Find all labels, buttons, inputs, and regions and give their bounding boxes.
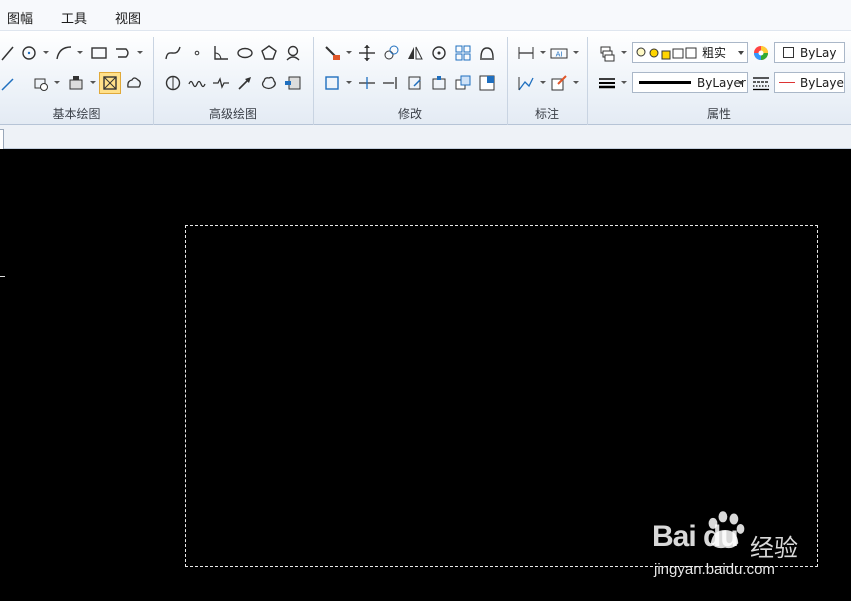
crosshair-cursor <box>0 276 5 277</box>
block-table-icon[interactable] <box>283 73 303 93</box>
linetype-select[interactable]: ByLayer <box>632 72 748 93</box>
leader-icon[interactable] <box>516 73 536 93</box>
rectangle-icon[interactable] <box>89 43 109 63</box>
lineweight-select-value: ByLaye <box>800 75 844 90</box>
polyline-dropdown-icon[interactable] <box>137 48 144 56</box>
layer-manager-dropdown-icon[interactable] <box>621 48 628 56</box>
stretch-icon[interactable] <box>405 73 425 93</box>
document-tab[interactable] <box>0 129 4 149</box>
donut-icon[interactable] <box>283 43 303 63</box>
region-icon[interactable] <box>99 72 121 94</box>
text-dropdown-icon[interactable] <box>573 48 580 56</box>
arc-icon[interactable] <box>54 43 74 63</box>
color-swatch-icon <box>783 47 794 58</box>
svg-text:AI: AI <box>556 51 563 59</box>
spline-icon[interactable] <box>163 43 183 63</box>
arrow-icon[interactable] <box>235 73 255 93</box>
lineweight-sample <box>779 82 795 83</box>
angle-icon[interactable] <box>211 43 231 63</box>
chevron-down-icon <box>738 81 744 85</box>
watermark-url: jingyan.baidu.com <box>654 561 775 578</box>
move-icon[interactable] <box>357 43 377 63</box>
menu-item-tools[interactable]: 工具 <box>61 8 87 27</box>
panel-title-basic-draw: 基本绘图 <box>52 107 101 121</box>
break-line-icon[interactable] <box>211 73 231 93</box>
lineweight-dropdown-icon[interactable] <box>621 78 628 86</box>
dimension-dropdown-icon[interactable] <box>540 48 547 56</box>
layer-select[interactable]: 粗实 <box>632 42 748 63</box>
revision-cloud-icon[interactable] <box>259 73 279 93</box>
baidu-jingyan-watermark: Bai du 经验 jingyan.baidu.com <box>652 508 812 583</box>
lineweight-select[interactable]: ByLaye <box>774 72 845 93</box>
menu-item-frame[interactable]: 图幅 <box>7 8 33 27</box>
menu-bar: 图幅 工具 视图 <box>0 0 851 31</box>
panel-title-advanced-draw: 高级绘图 <box>208 107 257 121</box>
rotate-icon[interactable] <box>429 43 449 63</box>
color-select-value: ByLay <box>800 45 837 60</box>
linestyle-icon[interactable] <box>751 73 771 93</box>
cloud-icon[interactable] <box>124 73 144 93</box>
arc-dropdown-icon[interactable] <box>77 48 84 56</box>
layer-state-icons <box>636 47 697 59</box>
scale-icon[interactable] <box>429 73 449 93</box>
polygon-icon[interactable] <box>259 43 279 63</box>
panel-title-modify: 修改 <box>397 107 422 121</box>
color-wheel-icon[interactable] <box>751 43 771 63</box>
watermark-label: 经验 <box>750 534 798 562</box>
leader-dropdown-icon[interactable] <box>540 78 547 86</box>
linear-dimension-icon[interactable] <box>516 43 536 63</box>
lineweight-icon[interactable] <box>597 73 617 93</box>
circle-icon[interactable] <box>19 43 39 63</box>
select-dropdown-icon[interactable] <box>346 78 353 86</box>
trim-icon[interactable] <box>357 73 377 93</box>
construction-line-icon[interactable] <box>0 73 20 93</box>
panel-title-annotate: 标注 <box>534 107 559 121</box>
eraser-dropdown-icon[interactable] <box>346 48 353 56</box>
mirror-icon[interactable] <box>405 43 425 63</box>
text-icon[interactable]: AI <box>549 43 569 63</box>
layer-select-value: 粗实 <box>702 46 727 60</box>
linetype-sample <box>639 81 691 84</box>
hatch-icon[interactable] <box>31 73 51 93</box>
ribbon: 基本绘图 高级绘图 修改 AI 标注 粗实 ByLay ByLayer ByLa… <box>0 31 851 125</box>
insert-dropdown-icon[interactable] <box>90 78 97 86</box>
edit-text-icon[interactable] <box>549 73 569 93</box>
watermark-logo-text: Bai du <box>652 520 739 553</box>
fillet-icon[interactable] <box>477 73 497 93</box>
line-icon[interactable] <box>0 43 20 63</box>
explode-icon[interactable] <box>453 73 473 93</box>
array-icon[interactable] <box>453 43 473 63</box>
circle-dropdown-icon[interactable] <box>43 48 50 56</box>
gear-shape-icon[interactable] <box>163 73 183 93</box>
chevron-down-icon <box>738 51 744 55</box>
app-window: 图幅 工具 视图 基本绘图 高级绘图 修改 AI 标注 粗实 ByLay ByL… <box>0 0 851 601</box>
select-box-icon[interactable] <box>322 73 342 93</box>
ellipse-icon[interactable] <box>235 43 255 63</box>
color-select[interactable]: ByLay <box>774 42 845 63</box>
offset-icon[interactable] <box>477 43 497 63</box>
hatch-dropdown-icon[interactable] <box>54 78 61 86</box>
layer-manager-icon[interactable] <box>597 43 617 63</box>
eraser-icon[interactable] <box>322 43 342 63</box>
edit-text-dropdown-icon[interactable] <box>573 78 580 86</box>
point-icon[interactable] <box>187 43 207 63</box>
insert-block-icon[interactable] <box>66 73 86 93</box>
extend-icon[interactable] <box>381 73 401 93</box>
wave-line-icon[interactable] <box>187 73 207 93</box>
document-tab-strip <box>0 125 851 149</box>
polyline-icon[interactable] <box>113 43 133 63</box>
panel-title-properties: 属性 <box>706 107 731 121</box>
menu-item-view[interactable]: 视图 <box>115 8 141 27</box>
copy-icon[interactable] <box>381 43 401 63</box>
